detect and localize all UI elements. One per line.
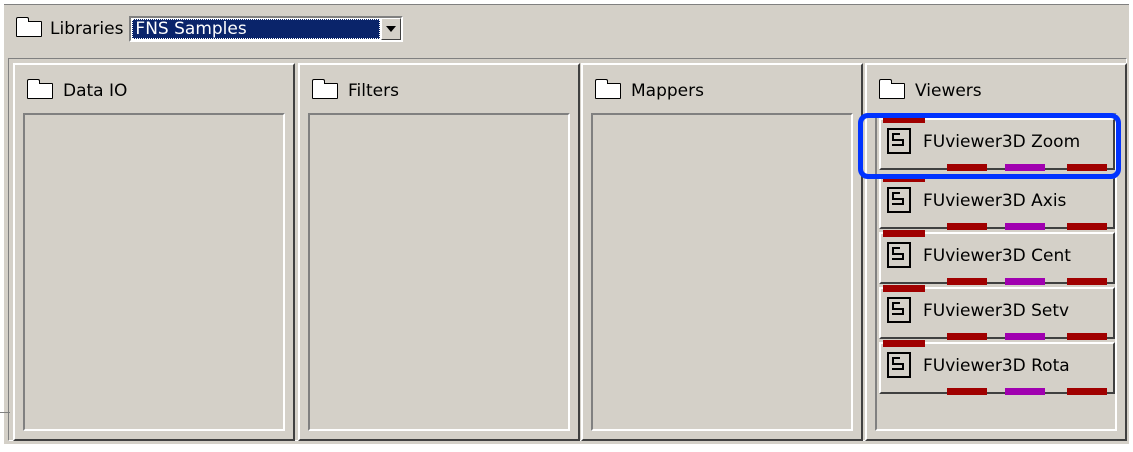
module-fuviewer3d-rota[interactable]: FUviewer3D Rota xyxy=(879,340,1115,395)
module-list[interactable] xyxy=(308,113,570,431)
panel-data-io: Data IO xyxy=(13,63,295,441)
input-port[interactable] xyxy=(883,340,925,347)
panel-title: Filters xyxy=(348,81,399,101)
panel-filters: Filters xyxy=(298,63,580,441)
output-port[interactable] xyxy=(1005,278,1045,285)
folder-icon xyxy=(879,79,905,99)
input-port[interactable] xyxy=(883,285,925,292)
library-dropdown-button[interactable] xyxy=(381,18,402,40)
output-port[interactable] xyxy=(1067,278,1107,285)
module-list[interactable] xyxy=(591,113,853,431)
module-icon xyxy=(887,187,911,213)
module-icon xyxy=(887,242,911,268)
edge-tick xyxy=(0,412,10,413)
library-select[interactable]: FNS Samples xyxy=(129,16,404,42)
chevron-down-icon xyxy=(386,26,397,32)
input-port[interactable] xyxy=(883,230,925,237)
module-icon xyxy=(887,352,911,378)
panel-header: Data IO xyxy=(27,79,127,103)
top-divider xyxy=(4,4,1129,5)
output-port[interactable] xyxy=(1067,223,1107,230)
output-port[interactable] xyxy=(1005,333,1045,340)
module-label: FUviewer3D Setv xyxy=(923,301,1070,321)
module-fuviewer3d-setv[interactable]: FUviewer3D Setv xyxy=(879,285,1115,340)
selection-highlight-ring xyxy=(858,113,1121,179)
module-label: FUviewer3D Rota xyxy=(923,356,1070,376)
panel-title: Data IO xyxy=(63,81,128,101)
library-select-value[interactable]: FNS Samples xyxy=(132,19,381,39)
folder-icon xyxy=(27,79,53,99)
folder-icon xyxy=(16,17,42,37)
output-port[interactable] xyxy=(1067,388,1107,395)
module-fuviewer3d-axis[interactable]: FUviewer3D Axis xyxy=(879,175,1115,230)
module-label: FUviewer3D Axis xyxy=(923,191,1067,211)
panel-header: Filters xyxy=(312,79,399,103)
panel-header: Viewers xyxy=(879,79,982,103)
output-port[interactable] xyxy=(1067,333,1107,340)
module-label: FUviewer3D Cent xyxy=(923,246,1071,266)
library-window: Libraries FNS Samples Data IO Filters Ma… xyxy=(4,4,1129,444)
library-bar: Libraries FNS Samples xyxy=(16,14,404,44)
output-port[interactable] xyxy=(947,333,987,340)
output-port[interactable] xyxy=(947,278,987,285)
module-list[interactable] xyxy=(23,113,285,431)
panel-title: Mappers xyxy=(631,81,704,101)
output-port[interactable] xyxy=(1005,388,1045,395)
output-port[interactable] xyxy=(947,223,987,230)
module-icon xyxy=(887,297,911,323)
folder-icon xyxy=(595,79,621,99)
libraries-label: Libraries xyxy=(50,19,124,39)
folder-icon xyxy=(312,79,338,99)
panel-header: Mappers xyxy=(595,79,704,103)
module-fuviewer3d-cent[interactable]: FUviewer3D Cent xyxy=(879,230,1115,285)
output-port[interactable] xyxy=(1005,223,1045,230)
panel-mappers: Mappers xyxy=(581,63,863,441)
panel-title: Viewers xyxy=(915,81,982,101)
output-port[interactable] xyxy=(947,388,987,395)
